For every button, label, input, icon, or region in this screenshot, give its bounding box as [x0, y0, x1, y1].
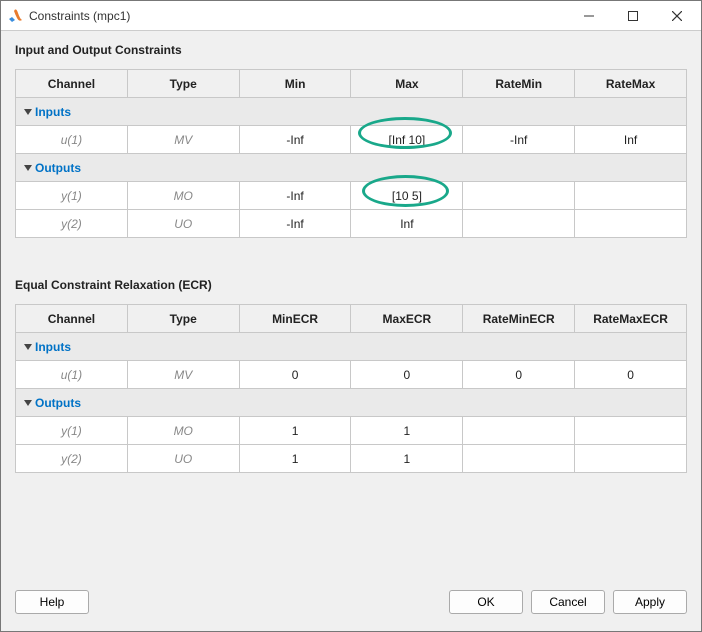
ecr-outputs-label: Outputs [35, 396, 81, 410]
titlebar: Constraints (mpc1) [1, 1, 701, 31]
ecr-outputs-group[interactable]: Outputs [16, 389, 687, 417]
cell-ratemaxecr[interactable]: 0 [575, 361, 687, 389]
ecr-inputs-label: Inputs [35, 340, 71, 354]
cell-minecr[interactable]: 0 [239, 361, 351, 389]
dialog-footer: Help OK Cancel Apply [1, 583, 701, 631]
cell-channel[interactable]: u(1) [16, 361, 128, 389]
cell-type[interactable]: UO [127, 210, 239, 238]
cell-ratemin[interactable] [463, 182, 575, 210]
ecr-col-maxecr[interactable]: MaxECR [351, 305, 463, 333]
help-button[interactable]: Help [15, 590, 89, 614]
io-col-channel[interactable]: Channel [16, 70, 128, 98]
ok-button[interactable]: OK [449, 590, 523, 614]
caret-down-icon [24, 165, 32, 171]
cell-max[interactable]: [10 5] [351, 182, 463, 210]
matlab-icon [7, 8, 23, 24]
cell-channel[interactable]: y(2) [16, 210, 128, 238]
table-row: u(1) MV -Inf [Inf 10] -Inf Inf [16, 126, 687, 154]
spacer [15, 238, 687, 278]
cell-channel[interactable]: y(2) [16, 445, 128, 473]
dialog-content: Input and Output Constraints Channel Typ… [1, 31, 701, 583]
cell-ratemin[interactable]: -Inf [463, 126, 575, 154]
cell-maxecr[interactable]: 1 [351, 445, 463, 473]
io-outputs-group[interactable]: Outputs [16, 154, 687, 182]
cell-type[interactable]: MV [127, 361, 239, 389]
table-row: y(2) UO -Inf Inf [16, 210, 687, 238]
apply-button[interactable]: Apply [613, 590, 687, 614]
cell-max[interactable]: [Inf 10] [351, 126, 463, 154]
ecr-col-channel[interactable]: Channel [16, 305, 128, 333]
constraints-dialog: Constraints (mpc1) Input and Output Cons… [0, 0, 702, 632]
cell-channel[interactable]: u(1) [16, 126, 128, 154]
io-constraints-table: Channel Type Min Max RateMin RateMax Inp… [15, 69, 687, 238]
io-outputs-label: Outputs [35, 161, 81, 175]
cell-minecr[interactable]: 1 [239, 417, 351, 445]
cell-maxecr[interactable]: 1 [351, 417, 463, 445]
maximize-button[interactable] [611, 2, 655, 30]
ecr-col-minecr[interactable]: MinECR [239, 305, 351, 333]
cell-rateminecr[interactable]: 0 [463, 361, 575, 389]
ecr-col-ratemaxecr[interactable]: RateMaxECR [575, 305, 687, 333]
ecr-col-type[interactable]: Type [127, 305, 239, 333]
cell-rateminecr[interactable] [463, 417, 575, 445]
io-col-ratemax[interactable]: RateMax [575, 70, 687, 98]
caret-down-icon [24, 344, 32, 350]
cell-channel[interactable]: y(1) [16, 182, 128, 210]
close-button[interactable] [655, 2, 699, 30]
cell-min[interactable]: -Inf [239, 126, 351, 154]
minimize-button[interactable] [567, 2, 611, 30]
io-col-max[interactable]: Max [351, 70, 463, 98]
ecr-inputs-group[interactable]: Inputs [16, 333, 687, 361]
ecr-table-wrap: Channel Type MinECR MaxECR RateMinECR Ra… [15, 304, 687, 473]
cell-channel[interactable]: y(1) [16, 417, 128, 445]
cell-max[interactable]: Inf [351, 210, 463, 238]
io-inputs-group[interactable]: Inputs [16, 98, 687, 126]
ecr-col-rateminecr[interactable]: RateMinECR [463, 305, 575, 333]
io-col-type[interactable]: Type [127, 70, 239, 98]
cell-ratemax[interactable] [575, 182, 687, 210]
io-col-ratemin[interactable]: RateMin [463, 70, 575, 98]
cell-min[interactable]: -Inf [239, 182, 351, 210]
cell-maxecr[interactable]: 0 [351, 361, 463, 389]
io-col-min[interactable]: Min [239, 70, 351, 98]
cell-ratemin[interactable] [463, 210, 575, 238]
cell-ratemax[interactable] [575, 210, 687, 238]
io-section-title: Input and Output Constraints [15, 43, 687, 57]
window-title: Constraints (mpc1) [29, 9, 567, 23]
cell-type[interactable]: UO [127, 445, 239, 473]
table-row: y(1) MO -Inf [10 5] [16, 182, 687, 210]
io-table-wrap: Channel Type Min Max RateMin RateMax Inp… [15, 69, 687, 238]
cell-type[interactable]: MV [127, 126, 239, 154]
caret-down-icon [24, 400, 32, 406]
io-inputs-label: Inputs [35, 105, 71, 119]
cell-type[interactable]: MO [127, 182, 239, 210]
cell-min[interactable]: -Inf [239, 210, 351, 238]
cell-rateminecr[interactable] [463, 445, 575, 473]
cell-ratemaxecr[interactable] [575, 445, 687, 473]
cell-ratemax[interactable]: Inf [575, 126, 687, 154]
table-row: y(2) UO 1 1 [16, 445, 687, 473]
cell-type[interactable]: MO [127, 417, 239, 445]
cell-minecr[interactable]: 1 [239, 445, 351, 473]
cancel-button[interactable]: Cancel [531, 590, 605, 614]
ecr-section-title: Equal Constraint Relaxation (ECR) [15, 278, 687, 292]
table-row: u(1) MV 0 0 0 0 [16, 361, 687, 389]
table-row: y(1) MO 1 1 [16, 417, 687, 445]
cell-ratemaxecr[interactable] [575, 417, 687, 445]
caret-down-icon [24, 109, 32, 115]
ecr-table: Channel Type MinECR MaxECR RateMinECR Ra… [15, 304, 687, 473]
